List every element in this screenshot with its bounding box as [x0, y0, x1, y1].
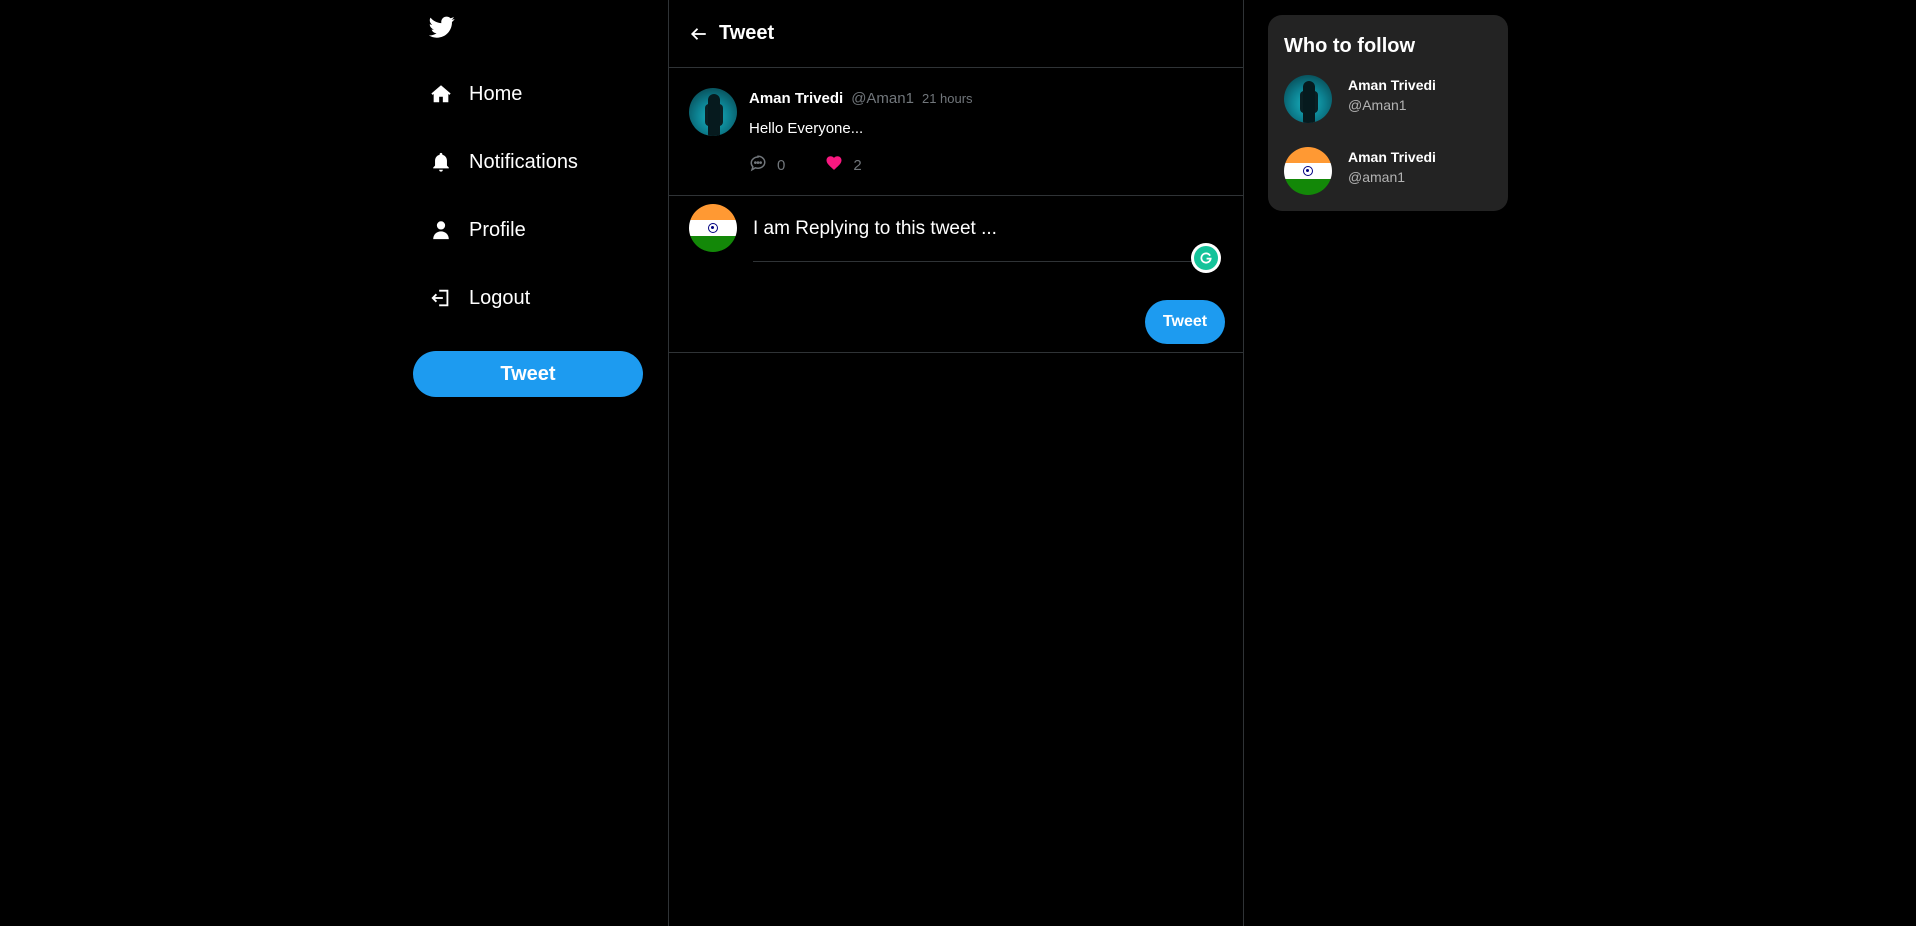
tweet-header: Aman Trivedi @Aman1 21 hours [749, 90, 973, 107]
panel-title: Who to follow [1284, 35, 1416, 57]
logout-icon [429, 286, 453, 310]
tweet-actions: 0 2 [749, 154, 862, 177]
sidebar-item-home[interactable]: Home [429, 74, 522, 114]
page-title: Tweet [719, 22, 775, 44]
twitter-bird-icon[interactable] [428, 14, 455, 40]
avatar[interactable] [689, 88, 737, 136]
suggestion-name: Aman Trivedi [1348, 149, 1436, 165]
suggestion-handle: @aman1 [1348, 169, 1406, 185]
tweet[interactable]: Aman Trivedi @Aman1 21 hours Hello Every… [669, 68, 1243, 196]
sidebar-item-label: Home [469, 82, 523, 105]
sidebar-item-logout[interactable]: Logout [429, 278, 530, 318]
follow-suggestion[interactable]: Aman Trivedi @aman1 [1284, 147, 1494, 195]
home-icon [429, 82, 453, 106]
tweet-timestamp: 21 hours [921, 91, 973, 106]
bell-icon [429, 150, 453, 174]
heart-icon [825, 154, 843, 177]
grammarly-icon[interactable] [1191, 243, 1221, 273]
arrow-left-icon[interactable] [689, 24, 709, 44]
tweet-author-name[interactable]: Aman Trivedi [749, 90, 843, 107]
comment-icon [749, 154, 767, 177]
reply-tweet-button[interactable]: Tweet [1145, 300, 1225, 344]
person-icon [429, 218, 453, 242]
sidebar-item-label: Notifications [469, 150, 578, 173]
sidebar-item-label: Profile [469, 218, 526, 241]
comment-button[interactable]: 0 [749, 154, 785, 177]
avatar[interactable] [1284, 147, 1332, 195]
reply-composer: Tweet [669, 196, 1243, 353]
main-column: Tweet Aman Trivedi @Aman1 21 hours Hello… [668, 0, 1244, 926]
tweet-author-handle[interactable]: @Aman1 [851, 90, 914, 107]
sidebar-item-profile[interactable]: Profile [429, 210, 526, 250]
sidebar-item-label: Logout [469, 286, 531, 309]
page-header: Tweet [669, 0, 1243, 68]
avatar[interactable] [689, 204, 737, 252]
tweet-text: Hello Everyone... [749, 120, 864, 137]
like-button[interactable]: 2 [825, 154, 862, 177]
comment-count: 0 [777, 157, 786, 174]
compose-tweet-button[interactable]: Tweet [413, 351, 643, 397]
who-to-follow-panel: Who to follow Aman Trivedi @Aman1 Aman T… [1268, 15, 1508, 211]
sidebar-item-notifications[interactable]: Notifications [429, 142, 578, 182]
reply-input[interactable] [753, 214, 1215, 262]
follow-suggestion[interactable]: Aman Trivedi @Aman1 [1284, 75, 1494, 123]
avatar[interactable] [1284, 75, 1332, 123]
like-count: 2 [853, 157, 862, 174]
suggestion-handle: @Aman1 [1348, 97, 1407, 113]
suggestion-name: Aman Trivedi [1348, 77, 1436, 93]
sidebar: Home Notifications Profile Logout Tweet [413, 0, 645, 926]
